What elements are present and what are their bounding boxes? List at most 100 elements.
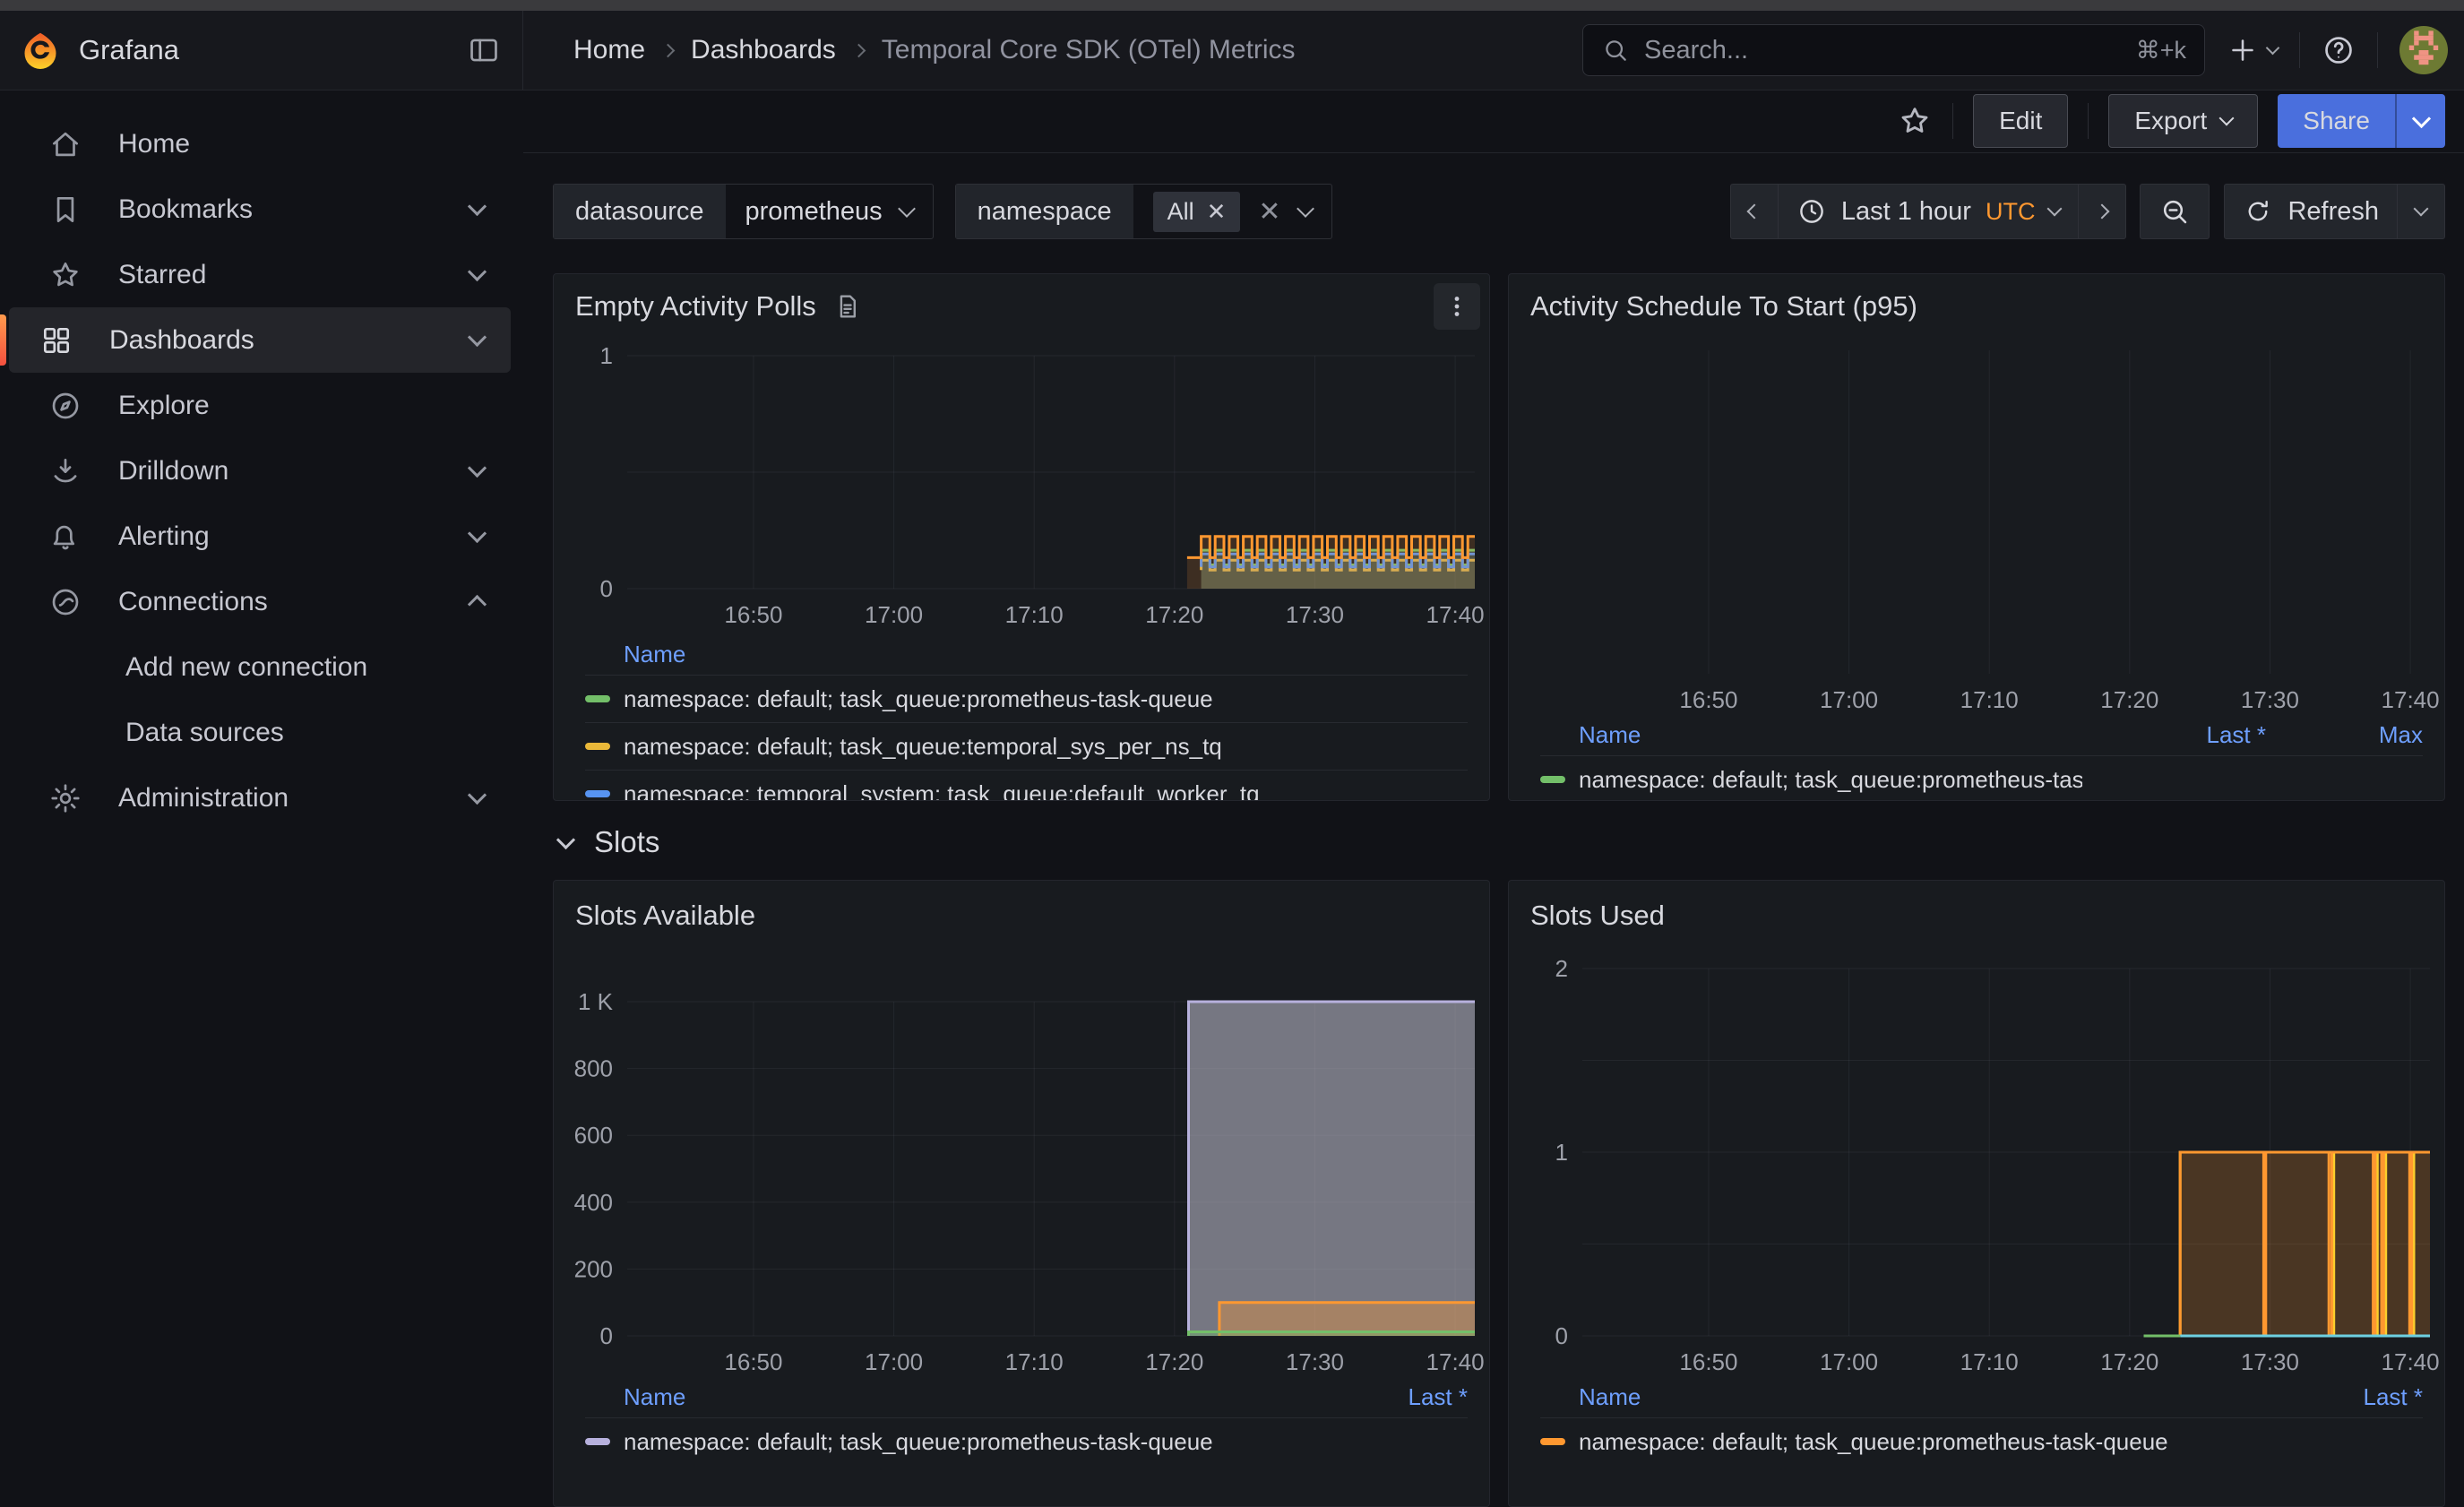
dock-sidebar-toggle-icon[interactable] — [467, 33, 501, 67]
svg-text:17:00: 17:00 — [1820, 1348, 1878, 1375]
refresh-icon — [2243, 196, 2273, 227]
legend-row[interactable]: namespace: temporal_system; task_queue:d… — [585, 770, 1468, 801]
series-label: namespace: default; task_queue:temporal_… — [624, 733, 1468, 761]
clear-all-icon[interactable]: ✕ — [1258, 196, 1280, 228]
svg-text:17:10: 17:10 — [1960, 1348, 2019, 1375]
sidebar-item-explore[interactable]: Explore — [9, 373, 511, 438]
breadcrumb-separator-icon — [663, 46, 673, 56]
share-split-button: Share — [2278, 94, 2445, 148]
svg-text:17:20: 17:20 — [1145, 1348, 1203, 1375]
panel-menu-button[interactable] — [1434, 283, 1480, 330]
panel-title: Activity Schedule To Start (p95) — [1530, 290, 1917, 323]
panel-legend: Name Last * namespace: default; task_que… — [1509, 1376, 2444, 1465]
chevron-down-icon[interactable] — [468, 524, 487, 543]
chevron-down-icon — [2411, 108, 2430, 127]
chevron-up-icon[interactable] — [468, 595, 487, 614]
export-button[interactable]: Export — [2108, 94, 2258, 148]
time-shift-back-button[interactable] — [1730, 184, 1779, 239]
legend-row[interactable]: namespace: default; task_queue:temporal_… — [585, 722, 1468, 770]
svg-text:17:40: 17:40 — [1426, 601, 1485, 628]
chevron-down-icon[interactable] — [468, 197, 487, 216]
series-label: namespace: default; task_queue:prometheu… — [1579, 766, 2082, 794]
sidebar-item-starred[interactable]: Starred — [9, 242, 511, 307]
add-new-button[interactable] — [2227, 34, 2278, 66]
sidebar-item-connections[interactable]: Connections — [9, 569, 511, 634]
legend-col-name[interactable]: Name — [1579, 1383, 2266, 1411]
panel-header[interactable]: Slots Used — [1509, 881, 2444, 951]
header-controls: Search... ⌘+k — [1582, 11, 2464, 90]
legend-row[interactable]: namespace: default; task_queue:prometheu… — [1540, 755, 2423, 801]
legend-col-last[interactable]: Last * — [2266, 1383, 2423, 1411]
svg-text:0: 0 — [600, 575, 613, 602]
chevron-down-icon[interactable] — [468, 786, 487, 805]
svg-text:16:50: 16:50 — [1679, 1348, 1737, 1375]
share-menu-button[interactable] — [2395, 94, 2445, 148]
svg-text:17:30: 17:30 — [1286, 601, 1344, 628]
legend-col-last[interactable]: Last * — [2109, 721, 2266, 749]
help-button[interactable] — [2322, 33, 2356, 67]
section-title: Slots — [594, 825, 659, 859]
sidebar-item-label: Home — [118, 129, 190, 159]
chevron-down-icon[interactable] — [468, 328, 487, 347]
svg-text:17:40: 17:40 — [2382, 686, 2440, 713]
share-button[interactable]: Share — [2278, 94, 2395, 148]
sidebar-item-drilldown[interactable]: Drilldown — [9, 438, 511, 504]
search-input[interactable]: Search... ⌘+k — [1582, 24, 2205, 76]
refresh-button[interactable]: Refresh — [2224, 184, 2398, 239]
breadcrumb-home[interactable]: Home — [573, 35, 645, 65]
chevron-down-icon — [2219, 111, 2235, 126]
brand-area: Grafana — [0, 11, 523, 90]
grafana-logo-icon[interactable] — [22, 31, 59, 69]
sidebar-item-administration[interactable]: Administration — [9, 765, 511, 831]
panel-header[interactable]: Slots Available — [554, 881, 1489, 951]
legend-col-max[interactable]: Max — [2266, 721, 2423, 749]
variable-namespace-select[interactable]: All ✕ ✕ — [1133, 185, 1331, 238]
time-range-group: Last 1 hour UTC — [1730, 184, 2127, 239]
chart-activity-schedule-to-start[interactable]: 16:5017:0017:1017:2017:3017:40 — [1509, 338, 2444, 714]
sidebar-item-add-new-connection[interactable]: Add new connection — [9, 634, 511, 700]
svg-text:16:50: 16:50 — [724, 601, 782, 628]
zoom-out-button[interactable] — [2140, 184, 2210, 239]
legend-col-name[interactable]: Name — [624, 1383, 1311, 1411]
chevron-down-icon — [898, 200, 916, 218]
chart-slots-available[interactable]: 16:5017:0017:1017:2017:3017:400200400600… — [554, 951, 1489, 1376]
row-section-slots[interactable]: Slots — [559, 820, 659, 865]
chart-slots-used[interactable]: 16:5017:0017:1017:2017:3017:40012 — [1509, 951, 2444, 1376]
sidebar-item-home[interactable]: Home — [9, 111, 511, 177]
chart-empty-activity-polls[interactable]: 16:5017:0017:1017:2017:3017:4001 — [554, 338, 1489, 633]
divider — [1952, 103, 1953, 139]
variable-datasource-select[interactable]: prometheus — [726, 185, 933, 238]
remove-value-icon[interactable]: ✕ — [1207, 198, 1227, 226]
selected-value-chip[interactable]: All ✕ — [1153, 192, 1241, 232]
dashboards-grid-icon — [39, 323, 75, 357]
sidebar-item-data-sources[interactable]: Data sources — [9, 700, 511, 765]
legend-row[interactable]: namespace: default; task_queue:prometheu… — [585, 1417, 1468, 1465]
svg-text:17:10: 17:10 — [1005, 601, 1064, 628]
favorite-star-button[interactable] — [1897, 103, 1933, 139]
time-range-picker[interactable]: Last 1 hour UTC — [1778, 184, 2080, 239]
legend-row[interactable]: namespace: default; task_queue:prometheu… — [585, 675, 1468, 722]
avatar[interactable] — [2399, 26, 2448, 74]
chevron-down-icon[interactable] — [468, 459, 487, 478]
sidebar-item-bookmarks[interactable]: Bookmarks — [9, 177, 511, 242]
panel-legend: Name namespace: default; task_queue:prom… — [554, 633, 1489, 801]
panel-header[interactable]: Activity Schedule To Start (p95) — [1509, 274, 2444, 338]
series-swatch — [585, 695, 610, 702]
legend-col-name[interactable]: Name — [1579, 721, 2109, 749]
panel-header[interactable]: Empty Activity Polls — [554, 274, 1489, 338]
refresh-interval-button[interactable] — [2397, 184, 2445, 239]
breadcrumb: Home Dashboards Temporal Core SDK (OTel)… — [523, 11, 1582, 90]
time-shift-forward-button[interactable] — [2078, 184, 2126, 239]
sidebar-item-alerting[interactable]: Alerting — [9, 504, 511, 569]
drilldown-icon — [48, 454, 84, 488]
dashboard-actions-row: Edit Export Share — [523, 90, 2464, 153]
panel-description-icon[interactable] — [832, 291, 863, 322]
legend-row[interactable]: namespace: default; task_queue:prometheu… — [1540, 1417, 2423, 1465]
edit-button[interactable]: Edit — [1973, 94, 2068, 148]
breadcrumb-dashboards[interactable]: Dashboards — [691, 35, 836, 65]
sidebar-item-dashboards[interactable]: Dashboards — [9, 307, 511, 373]
legend-col-name[interactable]: Name — [624, 641, 1468, 668]
svg-text:800: 800 — [574, 1055, 613, 1082]
chevron-down-icon[interactable] — [468, 263, 487, 281]
legend-col-last[interactable]: Last * — [1311, 1383, 1468, 1411]
